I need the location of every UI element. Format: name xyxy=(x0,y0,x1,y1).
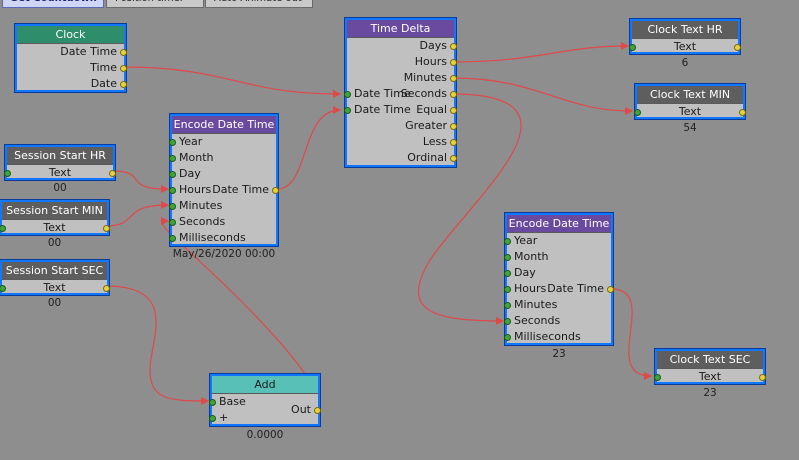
node-value-caption: 54 xyxy=(683,122,697,134)
tab-position-timer[interactable]: Position timer xyxy=(106,0,204,8)
session-start-min-node[interactable]: Session Start MIN Text xyxy=(0,200,110,235)
output-pin[interactable] xyxy=(120,65,127,72)
node-title: Session Start SEC xyxy=(2,262,107,280)
wire-encode1-to-delta xyxy=(276,106,341,190)
output-pin-text[interactable] xyxy=(103,285,110,292)
input-pin-day[interactable] xyxy=(504,270,511,277)
node-value-caption: 00 xyxy=(47,297,62,309)
session-start-hr-node[interactable]: Session Start HR Text xyxy=(4,145,116,180)
input-pin-milliseconds[interactable] xyxy=(169,235,176,242)
input-pin-minutes[interactable] xyxy=(169,203,176,210)
node-value-caption: 0.0000 xyxy=(246,429,284,441)
port-time[interactable]: Time xyxy=(17,60,127,76)
input-pin-day[interactable] xyxy=(169,171,176,178)
output-pin-out[interactable] xyxy=(314,407,321,414)
clock-text-sec-node[interactable]: Clock Text SEC Text xyxy=(654,349,766,384)
node-value-caption: 00 xyxy=(47,237,62,249)
output-pin-ordinal[interactable] xyxy=(450,155,457,162)
wire-delta-hours-to-clock-hr xyxy=(451,42,629,63)
node-value-caption: 6 xyxy=(681,57,689,69)
output-pin[interactable] xyxy=(120,49,127,56)
input-pin-minutes[interactable] xyxy=(504,302,511,309)
output-pin-text[interactable] xyxy=(739,109,746,116)
encode-date-time-node-1[interactable]: Encode Date Time Year Month Day Hours Dat… xyxy=(169,114,279,246)
node-title: Clock Text HR xyxy=(632,21,738,39)
input-pin-hours[interactable] xyxy=(169,187,176,194)
tab-set-countdown[interactable]: Set Countdown xyxy=(2,0,104,8)
input-pin-month[interactable] xyxy=(504,254,511,261)
output-pin-text[interactable] xyxy=(759,374,766,381)
output-pin-days[interactable] xyxy=(450,43,457,50)
output-pin[interactable] xyxy=(120,81,127,88)
output-pin-seconds[interactable] xyxy=(450,91,457,98)
time-delta-node[interactable]: Time Delta Days Hours Minutes Date Time S… xyxy=(344,18,457,167)
input-pin-year[interactable] xyxy=(504,238,511,245)
node-value-caption: 00 xyxy=(53,182,67,194)
encode-date-time-node-2[interactable]: Encode Date Time Year Month Day Hours Dat… xyxy=(504,213,614,345)
input-pin-date-time-1[interactable] xyxy=(344,91,351,98)
wire-session-sec-to-add xyxy=(105,285,209,405)
wire-clock-time-to-delta xyxy=(121,66,341,98)
node-title: Session Start MIN xyxy=(2,202,107,220)
wire-encode2-to-clock-sec xyxy=(611,288,652,380)
node-title: Add xyxy=(212,376,318,394)
input-pin-milliseconds[interactable] xyxy=(504,334,511,341)
output-pin-text[interactable] xyxy=(734,44,741,51)
node-value-caption: 23 xyxy=(703,387,717,399)
clock-text-min-node[interactable]: Clock Text MIN Text xyxy=(634,84,746,119)
output-pin-hours[interactable] xyxy=(450,59,457,66)
input-pin-base[interactable] xyxy=(209,399,216,406)
output-pin-less[interactable] xyxy=(450,139,457,146)
node-title: Encode Date Time xyxy=(172,116,276,134)
input-pin-date-time-2[interactable] xyxy=(344,107,351,114)
session-start-sec-node[interactable]: Session Start SEC Text xyxy=(0,260,110,295)
input-pin-seconds[interactable] xyxy=(504,318,511,325)
input-pin-year[interactable] xyxy=(169,139,176,146)
wire-session-min-to-encode1 xyxy=(105,201,169,227)
input-pin-plus[interactable] xyxy=(209,415,216,422)
input-pin-seconds[interactable] xyxy=(169,219,176,226)
node-title: Clock xyxy=(17,26,124,44)
wire-session-hr-to-encode1 xyxy=(111,170,169,193)
input-pin-month[interactable] xyxy=(169,155,176,162)
add-node[interactable]: Add Base + Out xyxy=(209,374,321,426)
node-value-caption: 23 xyxy=(552,348,566,360)
node-title: Time Delta xyxy=(347,20,454,38)
tab-auto-animate-out[interactable]: Auto Animate out xyxy=(205,0,313,8)
output-pin-greater[interactable] xyxy=(450,123,457,130)
node-title: Encode Date Time xyxy=(507,215,611,233)
output-pin-minutes[interactable] xyxy=(450,75,457,82)
port-date[interactable]: Date xyxy=(17,76,127,92)
output-pin-equal[interactable] xyxy=(450,107,457,114)
node-value-caption: May/26/2020 00:00 xyxy=(172,248,276,260)
output-pin-date-time[interactable] xyxy=(272,187,279,194)
wire-delta-minutes-to-clock-min xyxy=(451,77,633,115)
tab-bar: Set Countdown Position timer Auto Animat… xyxy=(0,0,799,9)
output-pin-text[interactable] xyxy=(103,225,110,232)
clock-node[interactable]: Clock Date Time Time Date xyxy=(15,24,127,92)
output-pin-text[interactable] xyxy=(109,170,116,177)
node-title: Session Start HR xyxy=(7,147,113,165)
node-title: Clock Text MIN xyxy=(637,86,743,104)
port-date-time[interactable]: Date Time xyxy=(17,44,127,60)
clock-text-hr-node[interactable]: Clock Text HR Text xyxy=(629,19,741,54)
node-title: Clock Text SEC xyxy=(657,351,763,369)
output-pin-date-time[interactable] xyxy=(607,286,614,293)
node-graph-canvas[interactable]: Set Countdown Position timer Auto Animat… xyxy=(0,0,799,460)
input-pin-hours[interactable] xyxy=(504,286,511,293)
